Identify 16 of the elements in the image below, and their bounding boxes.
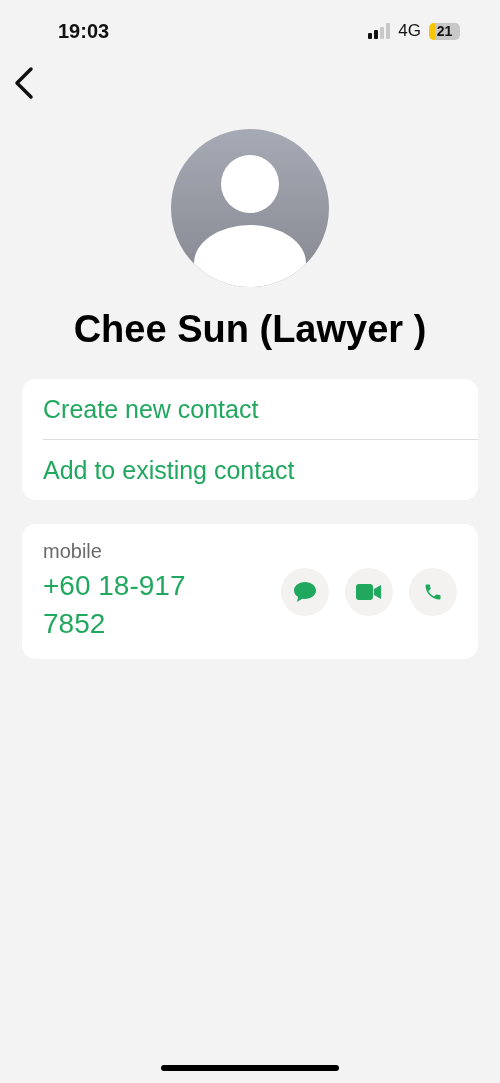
message-bubble-icon [293,580,317,603]
contact-name: Chee Sun (Lawyer ) [72,308,428,351]
avatar-silhouette-icon [170,128,330,288]
message-button[interactable] [281,567,329,616]
contact-action-link[interactable]: Create new contact [43,379,478,439]
phone-number[interactable]: +60 18-917 7852 [43,567,223,643]
contact-action-link[interactable]: Add to existing contact [43,439,478,500]
back-button[interactable] [12,66,36,100]
battery-indicator: 21 [429,22,460,40]
network-label: 4G [398,21,421,41]
status-time: 19:03 [58,19,110,43]
video-camera-icon [356,582,382,601]
video-button[interactable] [345,567,393,616]
call-button[interactable] [409,567,457,616]
phone-label: mobile [43,540,103,563]
signal-icon [368,23,391,39]
